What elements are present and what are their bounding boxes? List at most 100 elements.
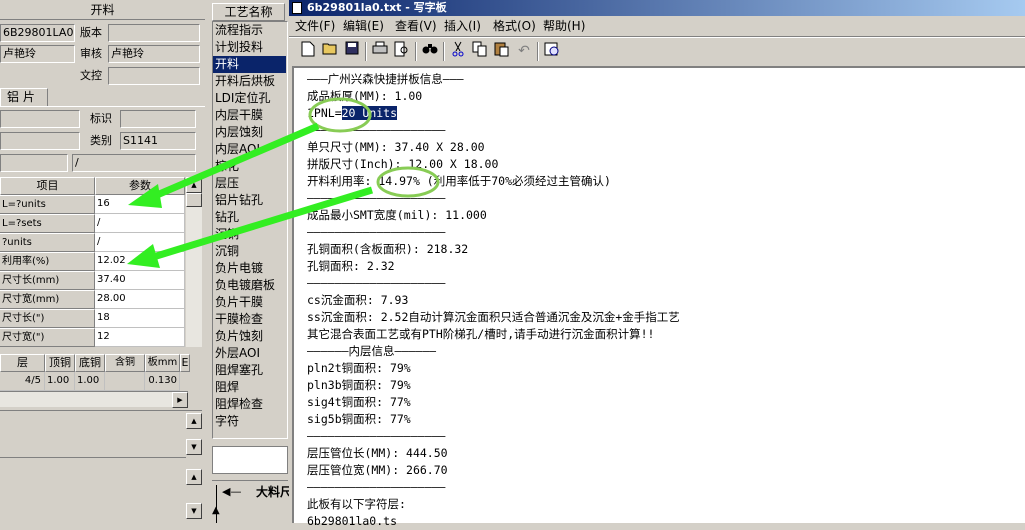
menu-insert[interactable]: 插入(I) bbox=[444, 16, 481, 36]
layer-cell[interactable]: 4/5 bbox=[0, 372, 45, 391]
blank-field-c[interactable] bbox=[0, 154, 68, 172]
param-value[interactable]: 12.02 bbox=[95, 252, 185, 271]
layer-cell[interactable]: 1.00 bbox=[75, 372, 105, 391]
layer-grid-hscroll[interactable]: ▶ bbox=[0, 391, 188, 408]
scroll-down-icon[interactable]: ▼ bbox=[186, 503, 202, 519]
menu-edit[interactable]: 编辑(E) bbox=[343, 16, 384, 36]
scroll-down-icon[interactable]: ▼ bbox=[186, 439, 202, 455]
param-value[interactable]: 18 bbox=[95, 309, 185, 328]
paste-icon[interactable] bbox=[491, 41, 513, 62]
process-item-selected[interactable]: 开料 bbox=[213, 56, 286, 73]
process-item[interactable]: 外层AOI bbox=[213, 345, 286, 362]
menu-help[interactable]: 帮助(H) bbox=[543, 16, 585, 36]
process-item[interactable]: 沉铜 bbox=[213, 226, 286, 243]
menu-view[interactable]: 查看(V) bbox=[395, 16, 437, 36]
menu-bar: 文件(F) 编辑(E) 查看(V) 插入(I) 格式(O) 帮助(H) bbox=[289, 16, 1025, 36]
blank-box[interactable] bbox=[212, 446, 288, 474]
new-icon[interactable] bbox=[297, 41, 319, 62]
selected-text[interactable]: 20 Units bbox=[341, 106, 398, 120]
col-item-header: 项目 bbox=[0, 177, 95, 195]
process-item[interactable]: 阻焊 bbox=[213, 379, 286, 396]
document-area[interactable]: ———广州兴森快捷拼板信息——— 成品板厚(MM): 1.00 1PNL=20 … bbox=[292, 66, 1025, 528]
doc-line: ——————内层信息—————— bbox=[307, 344, 437, 358]
param-grid-scrollbar[interactable]: ▲ bbox=[186, 177, 202, 347]
left-form-panel: 开料 6B29801LA0 版本 卢艳玲 审核 卢艳玲 文控 铝 片 标识 类别… bbox=[0, 0, 205, 523]
version-label: 版本 bbox=[80, 26, 102, 39]
process-item[interactable]: 内层AOI bbox=[213, 141, 286, 158]
docctl-field[interactable] bbox=[108, 67, 200, 85]
find-icon[interactable] bbox=[419, 41, 441, 62]
category-field[interactable]: S1141 bbox=[120, 132, 196, 150]
process-item[interactable]: 内层干膜 bbox=[213, 107, 286, 124]
scroll-right-icon[interactable]: ▶ bbox=[172, 392, 188, 408]
open-icon[interactable] bbox=[319, 41, 341, 62]
process-item[interactable]: 开料后烘板 bbox=[213, 73, 286, 90]
menu-file[interactable]: 文件(F) bbox=[295, 16, 335, 36]
lower-area: ▲ ▼ ▲ ▼ bbox=[0, 410, 202, 523]
scroll-up-icon[interactable]: ▲ bbox=[186, 177, 202, 193]
process-item[interactable]: 阻焊检查 bbox=[213, 396, 286, 413]
layer-cell[interactable]: 0.130 bbox=[145, 372, 180, 391]
scroll-up-icon[interactable]: ▲ bbox=[186, 469, 202, 485]
scroll-up-icon[interactable]: ▲ bbox=[186, 413, 202, 429]
tag-label: 标识 bbox=[90, 112, 112, 125]
param-value[interactable]: / bbox=[95, 214, 185, 233]
cut-icon[interactable] bbox=[447, 41, 469, 62]
process-item[interactable]: 干膜检查 bbox=[213, 311, 286, 328]
save-icon[interactable] bbox=[341, 41, 363, 62]
process-item[interactable]: 钻孔 bbox=[213, 209, 286, 226]
undo-icon[interactable]: ↶ bbox=[513, 41, 535, 62]
param-value[interactable]: 12 bbox=[95, 328, 185, 347]
doc-line: ———————————————————— bbox=[307, 225, 446, 239]
menu-format[interactable]: 格式(O) bbox=[493, 16, 536, 36]
process-item[interactable]: 流程指示 bbox=[213, 22, 286, 39]
toolbar-separator bbox=[365, 42, 367, 61]
param-value[interactable]: 28.00 bbox=[95, 290, 185, 309]
print-icon[interactable] bbox=[369, 41, 391, 62]
process-item[interactable]: 负片干膜 bbox=[213, 294, 286, 311]
print-preview-icon[interactable] bbox=[391, 41, 413, 62]
process-item[interactable]: 计划投料 bbox=[213, 39, 286, 56]
version-field[interactable] bbox=[108, 24, 200, 42]
review-field[interactable]: 卢艳玲 bbox=[108, 45, 200, 63]
process-item[interactable]: 阻焊塞孔 bbox=[213, 362, 286, 379]
param-value[interactable]: 16 bbox=[95, 195, 185, 214]
author-field[interactable]: 卢艳玲 bbox=[0, 45, 75, 63]
layer-col-header: 底铜 bbox=[75, 354, 105, 372]
layer-cell[interactable] bbox=[105, 372, 145, 391]
process-item[interactable]: 层压 bbox=[213, 175, 286, 192]
insert-datetime-icon[interactable] bbox=[541, 41, 563, 62]
doc-line-pnl: 1PNL=20 Units bbox=[307, 105, 398, 122]
process-item[interactable]: 内层蚀刻 bbox=[213, 124, 286, 141]
process-list-box[interactable]: 流程指示 计划投料 开料 开料后烘板 LDI定位孔 内层干膜 内层蚀刻 内层AO… bbox=[212, 21, 288, 439]
blank-field-b[interactable] bbox=[0, 132, 80, 150]
param-value[interactable]: / bbox=[95, 233, 185, 252]
process-item[interactable]: LDI定位孔 bbox=[213, 90, 286, 107]
process-item[interactable]: 负电镀磨板 bbox=[213, 277, 286, 294]
code-field[interactable]: 6B29801LA0 bbox=[0, 24, 75, 42]
process-list-header: 工艺名称 bbox=[212, 3, 285, 21]
param-label: 尺寸长(mm) bbox=[0, 271, 95, 290]
scroll-thumb[interactable] bbox=[186, 193, 202, 207]
process-item[interactable]: 铝片钻孔 bbox=[213, 192, 286, 209]
doc-line: 单只尺寸(MM): 37.40 X 28.00 bbox=[307, 140, 485, 154]
layer-cell[interactable]: 1.00 bbox=[45, 372, 75, 391]
doc-line: ———————————————————— bbox=[307, 276, 446, 290]
title-bar[interactable]: 6b29801la0.txt - 写字板 bbox=[289, 0, 1025, 16]
param-label: 尺寸宽(mm) bbox=[0, 290, 95, 309]
process-item[interactable]: 棕化 bbox=[213, 158, 286, 175]
tag-field[interactable] bbox=[120, 110, 196, 128]
process-item[interactable]: 负片蚀刻 bbox=[213, 328, 286, 345]
process-item[interactable]: 字符 bbox=[213, 413, 286, 430]
doc-line: ———————————————————— bbox=[307, 123, 446, 137]
blank-field-a[interactable] bbox=[0, 110, 80, 128]
copy-icon[interactable] bbox=[469, 41, 491, 62]
param-value[interactable]: 37.40 bbox=[95, 271, 185, 290]
document-icon bbox=[292, 2, 302, 14]
param-label: 尺寸长(") bbox=[0, 309, 95, 328]
process-item[interactable]: 沉铜 bbox=[213, 243, 286, 260]
slash-field[interactable]: / bbox=[72, 154, 196, 172]
process-item[interactable]: 负片电镀 bbox=[213, 260, 286, 277]
layer-col-header: 层 bbox=[0, 354, 45, 372]
tab-aluminum-sheet[interactable]: 铝 片 bbox=[0, 88, 48, 106]
